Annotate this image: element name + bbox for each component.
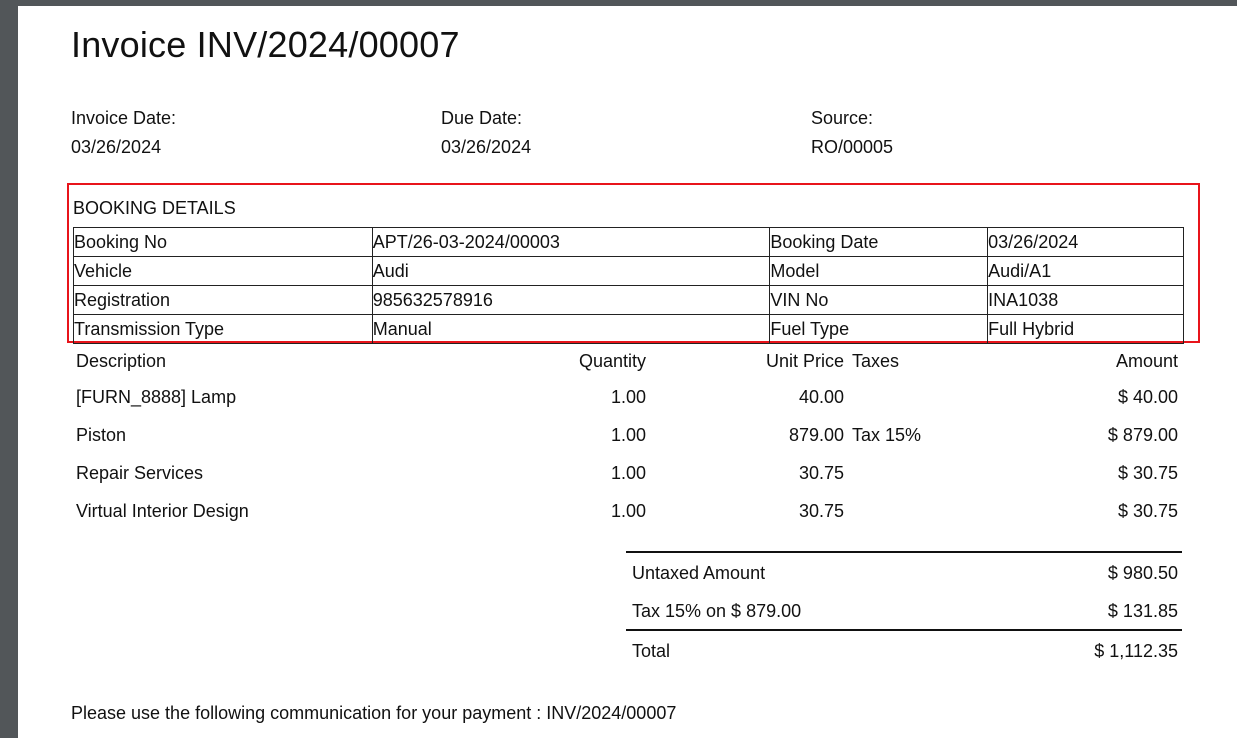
transmission-label: Transmission Type bbox=[73, 314, 373, 344]
tax-row: Tax 15% on $ 879.00 $ 131.85 bbox=[626, 591, 1182, 629]
invoice-date-value: 03/26/2024 bbox=[71, 137, 162, 157]
line-description: [FURN_8888] Lamp bbox=[76, 387, 237, 407]
booking-row: Registration 985632578916 VIN No INA1038 bbox=[73, 285, 1184, 315]
line-unit-price: 40.00 bbox=[798, 387, 844, 407]
header-taxes: Taxes bbox=[852, 351, 900, 371]
booking-row: Vehicle Audi Model Audi/A1 bbox=[73, 256, 1184, 286]
line-unit-price: 30.75 bbox=[798, 501, 844, 521]
total-value: $ 1,112.35 bbox=[1094, 641, 1178, 661]
invoice-title: Invoice INV/2024/00007 bbox=[71, 24, 460, 65]
line-description: Repair Services bbox=[76, 463, 204, 483]
header-quantity: Quantity bbox=[578, 351, 646, 371]
table-row: Repair Services 1.00 30.75 $ 30.75 bbox=[76, 458, 1178, 496]
line-amount: $ 879.00 bbox=[1107, 425, 1178, 445]
model-label: Model bbox=[769, 256, 989, 286]
vin-value: INA1038 bbox=[987, 285, 1184, 315]
registration-value: 985632578916 bbox=[371, 285, 771, 315]
line-quantity: 1.00 bbox=[610, 501, 646, 521]
line-quantity: 1.00 bbox=[610, 463, 646, 483]
tax-value: $ 131.85 bbox=[1107, 601, 1178, 621]
fuel-type-value: Full Hybrid bbox=[987, 314, 1184, 344]
model-value: Audi/A1 bbox=[987, 256, 1184, 286]
line-amount: $ 30.75 bbox=[1117, 463, 1178, 483]
invoice-date-block: Invoice Date: 03/26/2024 bbox=[71, 104, 176, 162]
line-quantity: 1.00 bbox=[610, 425, 646, 445]
tax-label: Tax 15% on $ 879.00 bbox=[632, 601, 802, 621]
invoice-page: Invoice INV/2024/00007 Invoice Date: 03/… bbox=[18, 6, 1237, 738]
table-row: Virtual Interior Design 1.00 30.75 $ 30.… bbox=[76, 496, 1178, 534]
booking-row: Booking No APT/26-03-2024/00003 Booking … bbox=[73, 227, 1184, 257]
source-block: Source: RO/00005 bbox=[811, 104, 893, 162]
untaxed-label: Untaxed Amount bbox=[632, 563, 766, 583]
line-taxes: Tax 15% bbox=[852, 425, 922, 445]
line-description: Piston bbox=[76, 425, 127, 445]
line-quantity: 1.00 bbox=[610, 387, 646, 407]
booking-row: Transmission Type Manual Fuel Type Full … bbox=[73, 314, 1184, 344]
vehicle-label: Vehicle bbox=[73, 256, 373, 286]
totals-block: Untaxed Amount $ 980.50 Tax 15% on $ 879… bbox=[626, 551, 1182, 669]
booking-date-label: Booking Date bbox=[769, 227, 989, 257]
booking-no-value: APT/26-03-2024/00003 bbox=[371, 227, 771, 257]
untaxed-row: Untaxed Amount $ 980.50 bbox=[626, 551, 1182, 591]
invoice-lines-header: Description Quantity Unit Price Taxes Am… bbox=[76, 346, 1178, 382]
line-amount: $ 30.75 bbox=[1117, 501, 1178, 521]
table-row: Piston 1.00 879.00 Tax 15% $ 879.00 bbox=[76, 420, 1178, 458]
booking-details-heading: BOOKING DETAILS bbox=[73, 198, 236, 218]
source-value: RO/00005 bbox=[811, 137, 894, 157]
booking-details-table: Booking No APT/26-03-2024/00003 Booking … bbox=[73, 227, 1184, 344]
due-date-value: 03/26/2024 bbox=[441, 137, 532, 157]
vehicle-value: Audi bbox=[371, 256, 771, 286]
header-description: Description bbox=[76, 351, 167, 371]
line-amount: $ 40.00 bbox=[1117, 387, 1178, 407]
source-label: Source: bbox=[811, 108, 874, 128]
table-row: [FURN_8888] Lamp 1.00 40.00 $ 40.00 bbox=[76, 382, 1178, 420]
payment-communication: Please use the following communication f… bbox=[71, 703, 677, 723]
booking-date-value: 03/26/2024 bbox=[987, 227, 1184, 257]
invoice-lines: Description Quantity Unit Price Taxes Am… bbox=[76, 346, 1178, 534]
total-label: Total bbox=[632, 641, 671, 661]
invoice-date-label: Invoice Date: bbox=[71, 108, 177, 128]
booking-details-section: BOOKING DETAILS Booking No APT/26-03-202… bbox=[67, 183, 1200, 344]
booking-no-label: Booking No bbox=[73, 227, 373, 257]
registration-label: Registration bbox=[73, 285, 373, 315]
header-unit-price: Unit Price bbox=[765, 351, 844, 371]
fuel-type-label: Fuel Type bbox=[769, 314, 989, 344]
total-row: Total $ 1,112.35 bbox=[626, 629, 1182, 669]
vin-label: VIN No bbox=[769, 285, 989, 315]
line-unit-price: 30.75 bbox=[798, 463, 844, 483]
line-unit-price: 879.00 bbox=[788, 425, 844, 445]
due-date-label: Due Date: bbox=[441, 108, 523, 128]
header-amount: Amount bbox=[1115, 351, 1178, 371]
due-date-block: Due Date: 03/26/2024 bbox=[441, 104, 531, 162]
transmission-value: Manual bbox=[371, 314, 771, 344]
untaxed-value: $ 980.50 bbox=[1107, 563, 1178, 583]
line-description: Virtual Interior Design bbox=[76, 501, 249, 521]
